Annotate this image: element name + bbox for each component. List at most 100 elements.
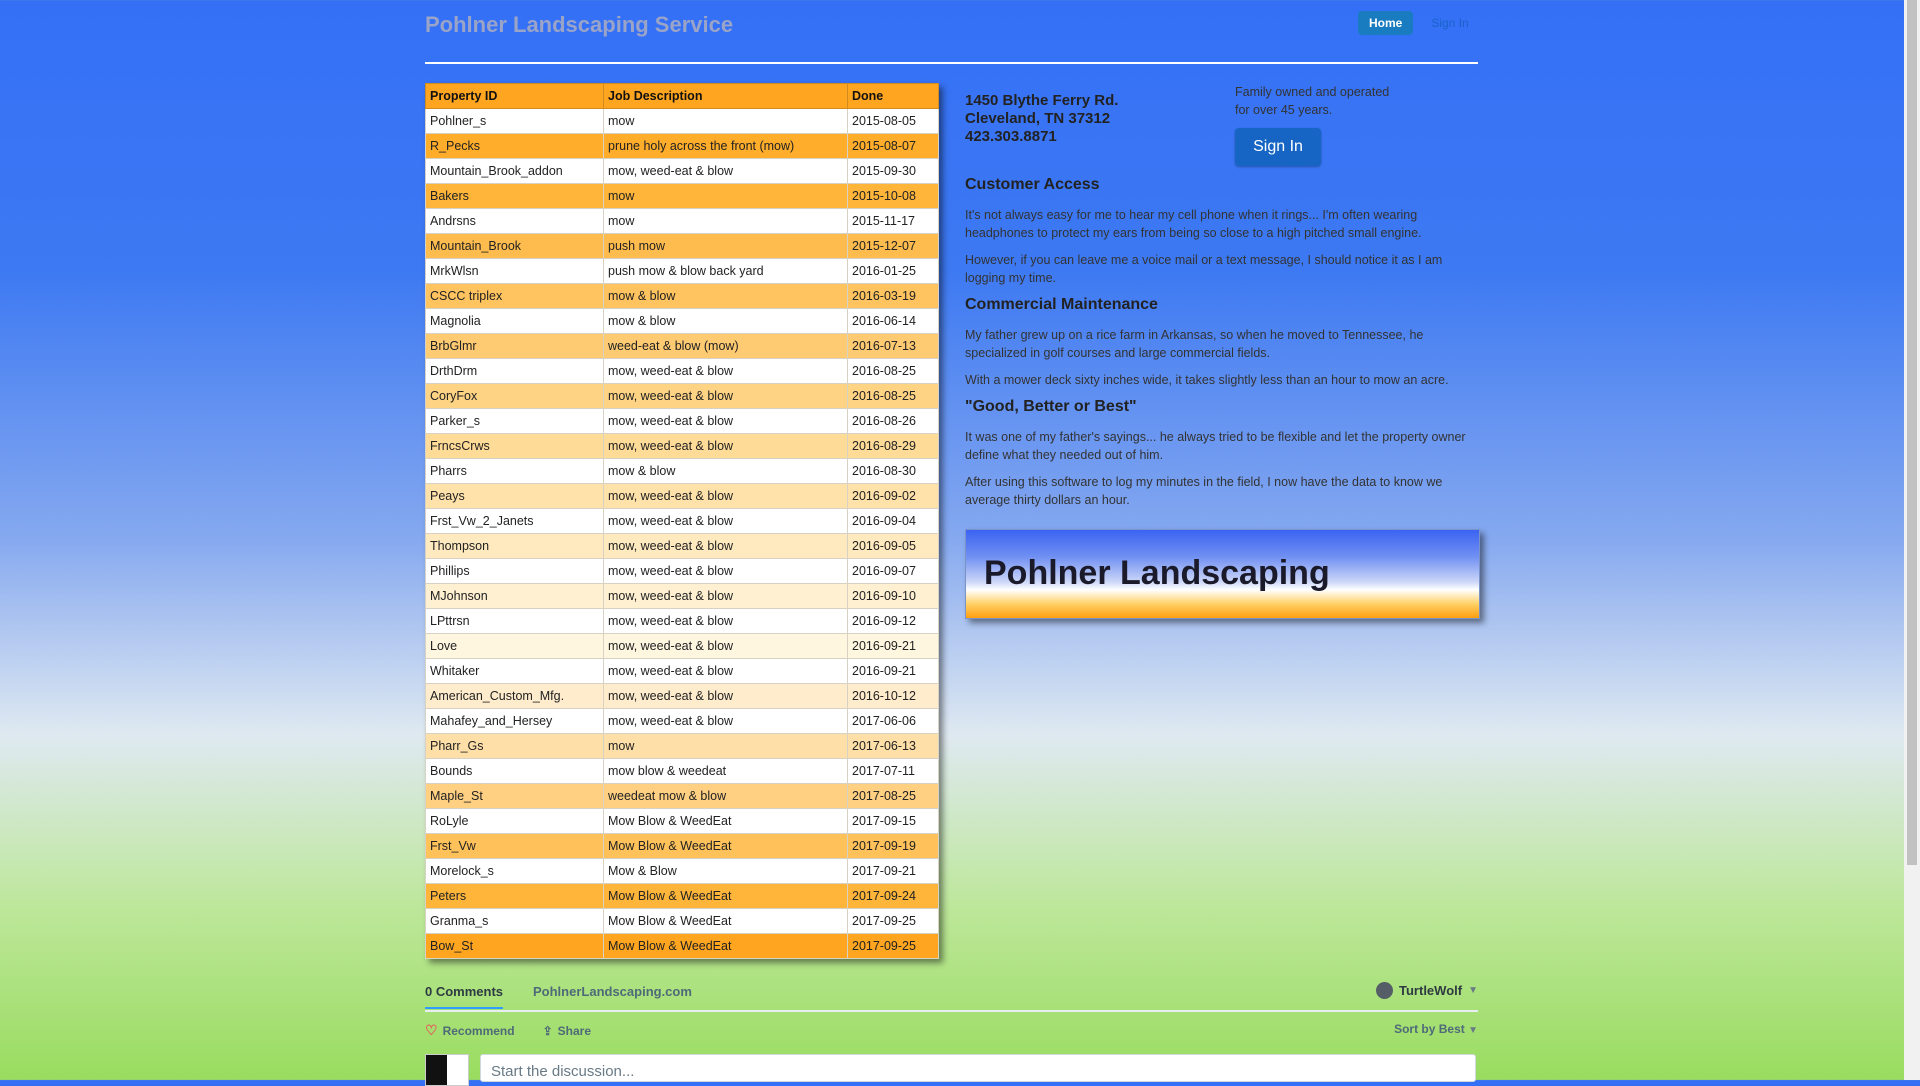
cell-done: 2015-09-30 (847, 158, 939, 184)
section-paragraph: However, if you can leave me a voice mai… (965, 253, 1443, 285)
commenter-avatar (425, 1054, 469, 1086)
cell-job-description: mow, weed-eat & blow (603, 633, 848, 659)
address-line-2: Cleveland, TN 37312 (965, 110, 1111, 127)
recommend-button[interactable]: ♡ Recommend (425, 1022, 515, 1039)
cell-property-id: BrbGlmr (425, 333, 604, 359)
table-row: Mountain_Brook_addon mow, weed-eat & blow… (425, 158, 939, 184)
table-row: American_Custom_Mfg. mow, weed-eat & blow… (425, 683, 939, 709)
cell-property-id: Bakers (425, 183, 604, 209)
cell-done: 2017-08-25 (847, 783, 939, 809)
section-paragraph: After using this software to log my minu… (965, 475, 1443, 507)
cell-job-description: mow, weed-eat & blow (603, 608, 848, 634)
share-icon: ⇪ (542, 1023, 553, 1038)
section-heading-good-better-best: "Good, Better or Best" (965, 398, 1137, 415)
cell-property-id: CSCC triplex (425, 283, 604, 309)
table-row: Mahafey_and_Hersey mow, weed-eat & blow 20… (425, 708, 939, 734)
cell-job-description: mow, weed-eat & blow (603, 508, 848, 534)
cell-property-id: Mountain_Brook_addon (425, 158, 604, 184)
cell-job-description: mow & blow (603, 308, 848, 334)
table-row: CoryFox mow, weed-eat & blow 2016-08-25 (425, 383, 939, 409)
site-title: Pohlner Landscaping Service (425, 12, 734, 37)
cell-job-description: mow (603, 108, 848, 134)
cell-property-id: FrncsCrws (425, 433, 604, 459)
cell-done: 2017-09-21 (847, 858, 939, 884)
column-header-job-description: Job Description (603, 83, 848, 109)
cell-job-description: mow (603, 733, 848, 759)
cell-done: 2016-01-25 (847, 258, 939, 284)
cell-done: 2016-08-30 (847, 458, 939, 484)
avatar-half (426, 1055, 447, 1085)
comment-input[interactable]: Start the discussion... (480, 1054, 1476, 1082)
section-heading-commercial-maintenance: Commercial Maintenance (965, 296, 1158, 313)
table-row: Bounds mow blow & weedeat 2017-07-11 (425, 758, 939, 784)
cell-done: 2016-06-14 (847, 308, 939, 334)
table-row: DrthDrm mow, weed-eat & blow 2016-08-25 (425, 358, 939, 384)
nav-sign-in-link[interactable]: Sign In (1425, 11, 1474, 35)
cell-property-id: Mahafey_and_Hersey (425, 708, 604, 734)
cell-done: 2016-09-21 (847, 658, 939, 684)
table-row: RoLyle Mow Blow & WeedEat 2017-09-15 (425, 808, 939, 834)
cell-property-id: MrkWlsn (425, 258, 604, 284)
cell-job-description: weed-eat & blow (mow) (603, 333, 848, 359)
table-row: Pharrs mow & blow 2016-08-30 (425, 458, 939, 484)
cell-done: 2016-09-21 (847, 633, 939, 659)
cell-done: 2015-12-07 (847, 233, 939, 259)
cell-property-id: R_Pecks (425, 133, 604, 159)
table-row: Thompson mow, weed-eat & blow 2016-09-05 (425, 533, 939, 559)
cell-done: 2015-11-17 (847, 208, 939, 234)
cell-job-description: push mow (603, 233, 848, 259)
table-row: BrbGlmr weed-eat & blow (mow) 2016-07-13 (425, 333, 939, 359)
cell-done: 2016-09-05 (847, 533, 939, 559)
recommend-label: Recommend (442, 1023, 515, 1038)
cell-done: 2016-08-25 (847, 358, 939, 384)
table-row: Bow_St Mow Blow & WeedEat 2017-09-25 (425, 933, 939, 959)
table-row: Peters Mow Blow & WeedEat 2017-09-24 (425, 883, 939, 909)
cell-done: 2017-09-25 (847, 933, 939, 959)
cell-done: 2017-09-24 (847, 883, 939, 909)
cell-done: 2016-09-10 (847, 583, 939, 609)
cell-job-description: mow, weed-eat & blow (603, 383, 848, 409)
cell-property-id: LPttrsn (425, 608, 604, 634)
cell-done: 2016-09-07 (847, 558, 939, 584)
cell-done: 2017-06-06 (847, 708, 939, 734)
address-line-1: 1450 Blythe Ferry Rd. (965, 92, 1119, 109)
user-menu[interactable]: TurtleWolf ▼ (1376, 982, 1478, 999)
cell-job-description: Mow Blow & WeedEat (603, 933, 848, 959)
table-row: LPttrsn mow, weed-eat & blow 2016-09-12 (425, 608, 939, 634)
table-row: MJohnson mow, weed-eat & blow 2016-09-10 (425, 583, 939, 609)
tab-comments-count[interactable]: 0 Comments (425, 984, 504, 1009)
sort-label: Sort by Best (1394, 1022, 1465, 1036)
table-row: Maple_St weedeat mow & blow 2017-08-25 (425, 783, 939, 809)
table-row: Frst_Vw_2_Janets mow, weed-eat & blow 2016… (425, 508, 939, 534)
cell-job-description: mow (603, 208, 848, 234)
heart-icon: ♡ (425, 1022, 438, 1038)
share-button[interactable]: ⇪ Share (543, 1022, 591, 1039)
cell-job-description: mow, weed-eat & blow (603, 433, 848, 459)
column-header-property-id: Property ID (425, 83, 604, 109)
cell-property-id: Love (425, 633, 604, 659)
chevron-down-icon: ▼ (1468, 985, 1478, 996)
cell-property-id: Frst_Vw_2_Janets (425, 508, 604, 534)
scrollbar-thumb[interactable] (1907, 0, 1917, 865)
cell-done: 2016-08-25 (847, 383, 939, 409)
tab-site-link[interactable]: PohlnerLandscaping.com (533, 984, 692, 999)
sign-in-button[interactable]: Sign In (1235, 128, 1321, 166)
cell-job-description: mow blow & weedeat (603, 758, 848, 784)
sort-dropdown[interactable]: Sort by Best ▼ (1394, 1022, 1478, 1036)
cell-property-id: Pohlner_s (425, 108, 604, 134)
cell-done: 2016-03-19 (847, 283, 939, 309)
cell-done: 2016-07-13 (847, 333, 939, 359)
cell-job-description: mow, weed-eat & blow (603, 408, 848, 434)
cell-property-id: Maple_St (425, 783, 604, 809)
cell-job-description: push mow & blow back yard (603, 258, 848, 284)
cell-done: 2015-08-05 (847, 108, 939, 134)
cell-done: 2015-10-08 (847, 183, 939, 209)
table-row: Pohlner_s mow 2015-08-05 (425, 108, 939, 134)
cell-property-id: Peters (425, 883, 604, 909)
cell-done: 2016-09-12 (847, 608, 939, 634)
cell-property-id: Frst_Vw (425, 833, 604, 859)
page-scrollbar[interactable] (1904, 0, 1920, 1080)
cell-property-id: Morelock_s (425, 858, 604, 884)
cell-property-id: Whitaker (425, 658, 604, 684)
nav-home-link[interactable]: Home (1358, 11, 1414, 35)
